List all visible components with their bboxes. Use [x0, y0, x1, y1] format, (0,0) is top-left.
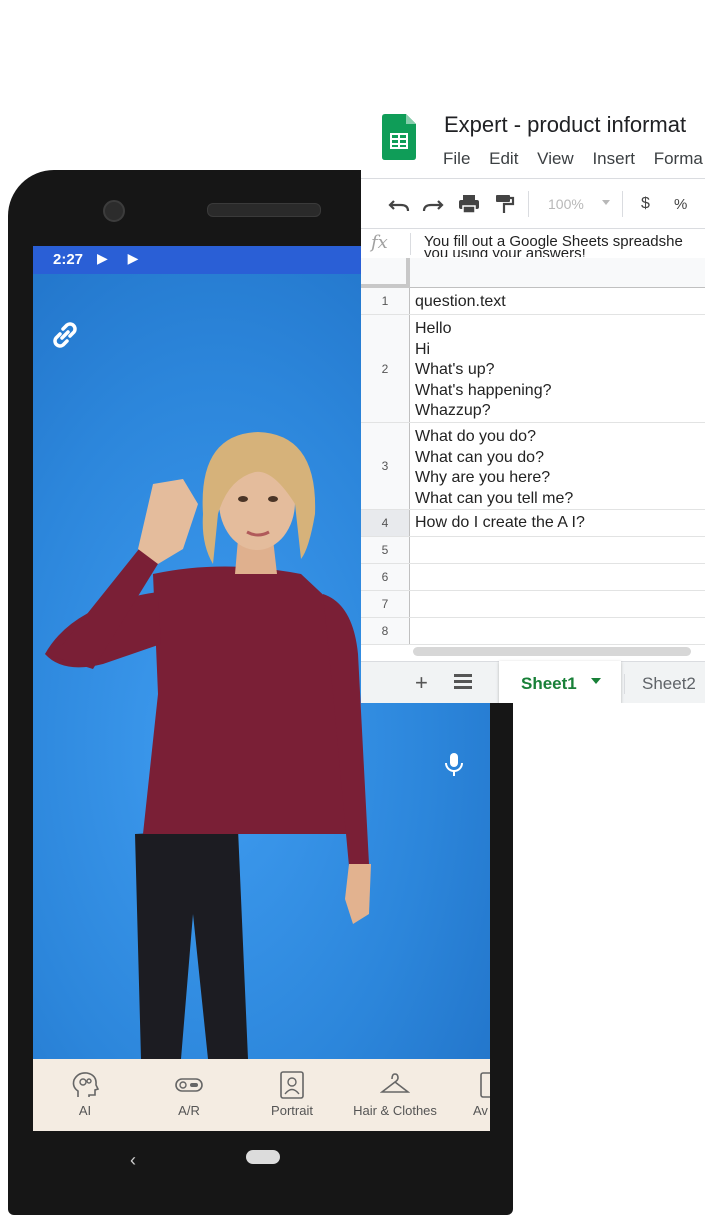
play-store-notification-icon: ▶ ▶ [97, 250, 147, 266]
ai-head-icon [72, 1072, 100, 1097]
formula-input-line2: you using your answers! [424, 249, 586, 257]
sheet-tab-bar: + Sheet1 Sheet2 [361, 661, 705, 703]
toolbar: 100% $ % [361, 178, 705, 229]
toolbar-separator [622, 191, 623, 217]
row-number[interactable]: 3 [361, 423, 410, 509]
paint-format-icon[interactable] [495, 194, 515, 214]
add-sheet-button[interactable]: + [415, 670, 428, 696]
hanger-icon [380, 1073, 410, 1093]
row-number[interactable]: 5 [361, 537, 410, 563]
nav-item-avatar[interactable]: Av [467, 1059, 490, 1131]
table-row[interactable]: 3 What do you do? What can you do? Why a… [361, 423, 705, 510]
formula-bar: fx You fill out a Google Sheets spreadsh… [361, 228, 705, 260]
all-sheets-menu-icon[interactable] [454, 674, 472, 690]
cell-a3[interactable]: What do you do? What can you do? Why are… [415, 427, 573, 509]
fx-icon: fx [371, 232, 388, 253]
nav-label-hair-clothes: Hair & Clothes [353, 1103, 437, 1118]
sheets-window: Expert - product informat File Edit View… [361, 100, 705, 703]
percent-format-button[interactable]: % [674, 196, 687, 213]
table-row[interactable]: 2 Hello Hi What's up? What's happening? … [361, 315, 705, 423]
mic-icon[interactable] [443, 752, 465, 778]
nav-item-hair-clothes[interactable]: Hair & Clothes [341, 1059, 449, 1131]
home-button[interactable] [246, 1150, 280, 1164]
table-row[interactable]: 5 [361, 537, 705, 564]
back-nav-icon[interactable]: ‹ [130, 1150, 136, 1171]
zoom-dropdown-icon[interactable] [602, 200, 610, 205]
nav-item-ai[interactable]: AI [57, 1059, 113, 1131]
tab-sheet1-label: Sheet1 [521, 674, 577, 693]
table-row[interactable]: 4 How do I create the A I? [361, 510, 705, 537]
formula-separator [410, 233, 411, 255]
cell-a2[interactable]: Hello Hi What's up? What's happening? Wh… [415, 319, 551, 422]
menu-edit[interactable]: Edit [489, 149, 518, 168]
table-row[interactable]: 7 [361, 591, 705, 618]
redo-icon[interactable] [422, 195, 444, 213]
portrait-icon [280, 1071, 304, 1099]
table-row[interactable]: 8 [361, 618, 705, 645]
zoom-select[interactable]: 100% [548, 196, 584, 212]
google-sheets-logo-icon[interactable] [382, 114, 416, 160]
nav-label-portrait: Portrait [271, 1103, 313, 1118]
undo-icon[interactable] [388, 195, 410, 213]
column-header-a[interactable] [410, 258, 705, 288]
menu-view[interactable]: View [537, 149, 574, 168]
horizontal-scrollbar[interactable] [413, 647, 691, 656]
nav-item-ar[interactable]: A/R [161, 1059, 217, 1131]
avatar-icon [480, 1072, 490, 1098]
row-number[interactable]: 4 [361, 510, 410, 536]
bottom-navigation: AI A/R Portrait Hair & Clothes Av [33, 1059, 490, 1131]
table-row[interactable]: 1 question.text [361, 288, 705, 315]
currency-format-button[interactable]: $ [641, 195, 650, 213]
nav-label-avatar: Av [473, 1103, 488, 1118]
status-time: 2:27 [53, 251, 84, 268]
formula-overflow-clip: you using your answers! [424, 249, 705, 257]
menu-format[interactable]: Forma [654, 149, 703, 168]
row-number[interactable]: 7 [361, 591, 410, 617]
nav-label-ai: AI [78, 1103, 92, 1118]
select-all-corner[interactable] [361, 258, 410, 288]
row-number[interactable]: 8 [361, 618, 410, 644]
row-number[interactable]: 1 [361, 288, 410, 314]
earpiece-speaker [207, 203, 321, 217]
tab-sheet1[interactable]: Sheet1 [499, 661, 621, 703]
formula-input[interactable]: You fill out a Google Sheets spreadshe [424, 233, 683, 250]
row-number[interactable]: 2 [361, 315, 410, 422]
front-camera [103, 200, 125, 222]
nav-label-ar: A/R [178, 1103, 200, 1118]
menu-file[interactable]: File [443, 149, 470, 168]
cell-a4[interactable]: How do I create the A I? [415, 513, 585, 534]
toggle-icon [175, 1078, 203, 1092]
menu-bar: File Edit View Insert Forma [443, 149, 705, 169]
cell-a1[interactable]: question.text [415, 292, 506, 313]
menu-insert[interactable]: Insert [592, 149, 635, 168]
print-icon[interactable] [458, 194, 480, 214]
toolbar-separator [528, 191, 529, 217]
row-number[interactable]: 6 [361, 564, 410, 590]
document-title[interactable]: Expert - product informat [444, 112, 686, 138]
nav-item-portrait[interactable]: Portrait [259, 1059, 325, 1131]
tab-sheet2[interactable]: Sheet2 [624, 674, 696, 694]
tab-dropdown-icon[interactable] [591, 678, 601, 684]
table-row[interactable]: 6 [361, 564, 705, 591]
